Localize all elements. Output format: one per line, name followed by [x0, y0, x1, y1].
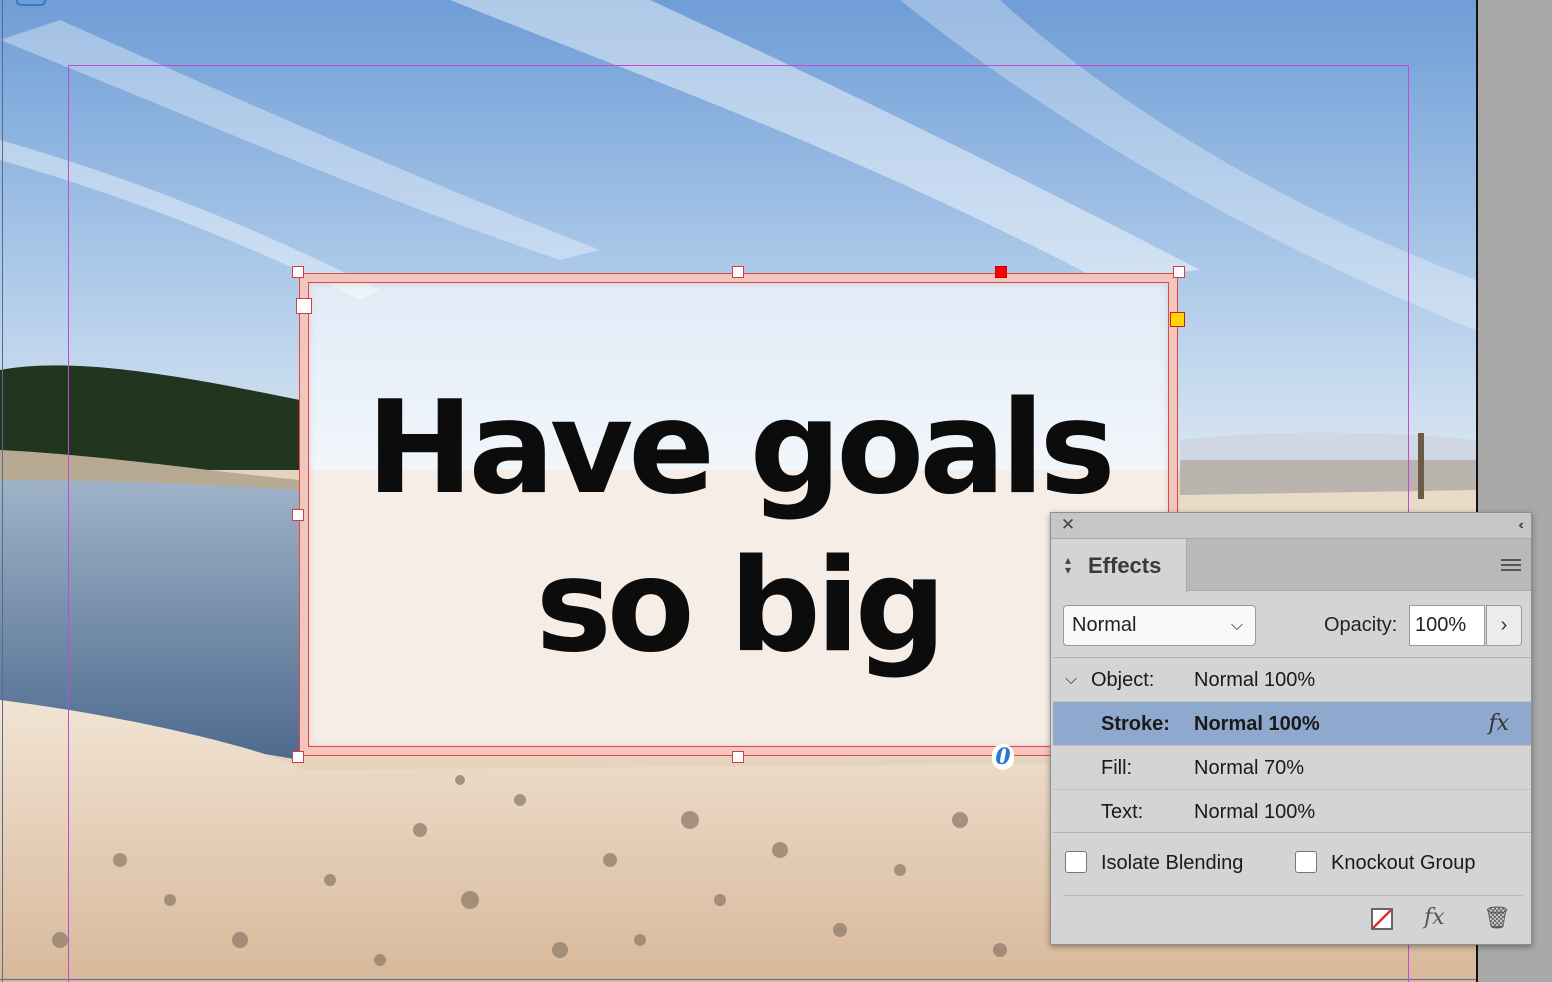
level-label: Stroke: [1101, 713, 1170, 735]
level-label: Fill: [1101, 757, 1133, 779]
text-frame[interactable]: Have goals so big [292, 266, 1185, 763]
footer-divider [1063, 895, 1523, 896]
handle-top-left[interactable] [292, 266, 304, 278]
handle-top-right[interactable] [1173, 266, 1185, 278]
knockout-group-label: Knockout Group [1331, 852, 1476, 874]
close-icon[interactable]: ✕ [1059, 515, 1077, 535]
panel-menu-icon[interactable] [1501, 559, 1521, 573]
headline-text[interactable]: Have goals so big [298, 370, 1179, 686]
fx-icon: fx [1488, 711, 1509, 736]
handle-middle-left[interactable] [292, 509, 304, 521]
level-label: Object: [1091, 669, 1155, 691]
handle-top-middle[interactable] [732, 266, 744, 278]
collapse-icon[interactable]: ‹‹ [1518, 515, 1523, 535]
level-row-fill[interactable]: Fill: Normal 70% [1053, 746, 1531, 790]
headline-line-2: so big [535, 532, 947, 681]
out-port-handle[interactable] [995, 266, 1007, 278]
panel-tab-strip: ▴ ▾ Effects [1051, 539, 1531, 592]
level-row-text[interactable]: Text: Normal 100% [1053, 790, 1531, 834]
opacity-label: Opacity: [1324, 614, 1398, 636]
overset-text-icon[interactable]: 0 [992, 744, 1014, 770]
panel-titlebar[interactable]: ✕ ‹‹ [1051, 513, 1531, 539]
isolate-blending-label: Isolate Blending [1101, 852, 1244, 874]
tab-effects[interactable]: ▴ ▾ Effects [1051, 539, 1187, 592]
opacity-input[interactable]: 100% [1409, 605, 1485, 646]
level-row-stroke[interactable]: Stroke: Normal 100% fx [1053, 702, 1531, 746]
blend-mode-value: Normal [1072, 614, 1137, 636]
page-link-icon [16, 0, 46, 6]
bleed-line [0, 979, 1476, 980]
chevron-down-icon[interactable]: ⌵ [1065, 658, 1077, 702]
handle-bottom-middle[interactable] [732, 751, 744, 763]
in-port-handle[interactable] [296, 298, 312, 314]
tab-effects-label: Effects [1088, 553, 1162, 578]
level-value: Normal 100% [1194, 713, 1320, 735]
level-value: Normal 100% [1194, 801, 1316, 823]
effects-level-list: ⌵ Object: Normal 100% Stroke: Normal 100… [1053, 657, 1531, 833]
opacity-slider-arrow-icon[interactable]: › [1486, 605, 1522, 646]
page-edge [2, 0, 3, 982]
add-effect-fx-icon[interactable]: fx [1424, 905, 1445, 931]
blend-mode-select[interactable]: Normal ⌵ [1063, 605, 1256, 646]
effects-panel: ✕ ‹‹ ▴ ▾ Effects Normal ⌵ Opacity: 100% ›… [1050, 512, 1532, 945]
clear-effects-icon[interactable] [1371, 908, 1393, 930]
isolate-blending-checkbox[interactable] [1065, 851, 1087, 873]
handle-bottom-left[interactable] [292, 751, 304, 763]
level-row-object[interactable]: ⌵ Object: Normal 100% [1053, 658, 1531, 702]
level-value: Normal 100% [1194, 669, 1316, 691]
knockout-group-checkbox[interactable] [1295, 851, 1317, 873]
level-label: Text: [1101, 801, 1144, 823]
live-corner-handle[interactable] [1170, 312, 1185, 327]
chevron-down-icon: ⌵ [1230, 617, 1243, 634]
headline-line-1: Have goals [366, 374, 1115, 523]
level-value: Normal 70% [1194, 757, 1305, 779]
expand-arrows-icon[interactable]: ▴ ▾ [1065, 554, 1071, 576]
trash-icon[interactable]: 🗑 [1483, 905, 1511, 931]
